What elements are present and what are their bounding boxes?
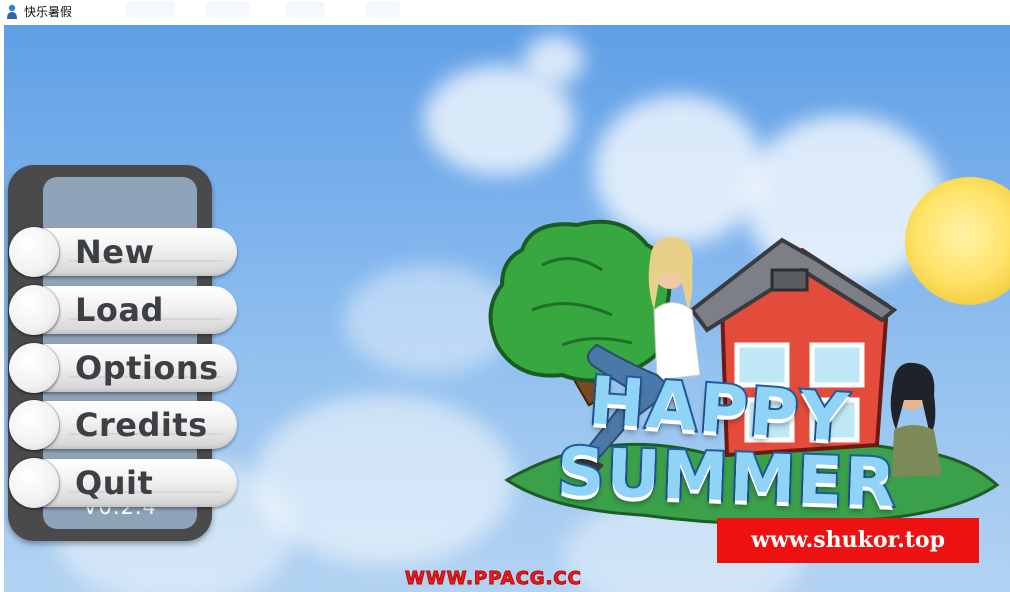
app-icon xyxy=(7,4,17,19)
button-knob-icon[interactable] xyxy=(9,458,59,508)
load-game-button[interactable]: Load xyxy=(9,285,239,337)
new-game-button[interactable]: New xyxy=(9,227,239,279)
button-knob-icon[interactable] xyxy=(9,285,59,335)
site-watermark-text: www.shukor.top xyxy=(750,527,945,553)
title-bar-shadow xyxy=(285,2,325,20)
footer-watermark: WWW.PPACG.CC xyxy=(405,568,582,590)
quit-label[interactable]: Quit xyxy=(75,463,153,503)
button-knob-icon[interactable] xyxy=(9,400,59,450)
credits-button[interactable]: Credits xyxy=(9,400,239,452)
title-bar-shadow xyxy=(365,2,400,20)
button-knob-icon[interactable] xyxy=(9,227,59,277)
window-title: 快乐暑假 xyxy=(24,5,73,19)
quit-button[interactable]: Quit xyxy=(9,458,239,510)
title-bar-shadow xyxy=(125,2,175,20)
credits-label[interactable]: Credits xyxy=(75,405,208,445)
options-button[interactable]: Options xyxy=(9,343,239,395)
title-bar-shadow xyxy=(205,2,250,20)
character-dark-haired-girl xyxy=(890,362,942,477)
site-watermark: www.shukor.top xyxy=(717,518,979,563)
cloud xyxy=(524,35,584,85)
window-title-bar: 快乐暑假 xyxy=(0,0,1010,25)
options-label[interactable]: Options xyxy=(75,348,219,388)
logo-title-summer: Summer xyxy=(554,431,901,524)
load-game-label[interactable]: Load xyxy=(75,290,164,330)
new-game-label[interactable]: New xyxy=(75,232,155,272)
button-knob-icon[interactable] xyxy=(9,343,59,393)
